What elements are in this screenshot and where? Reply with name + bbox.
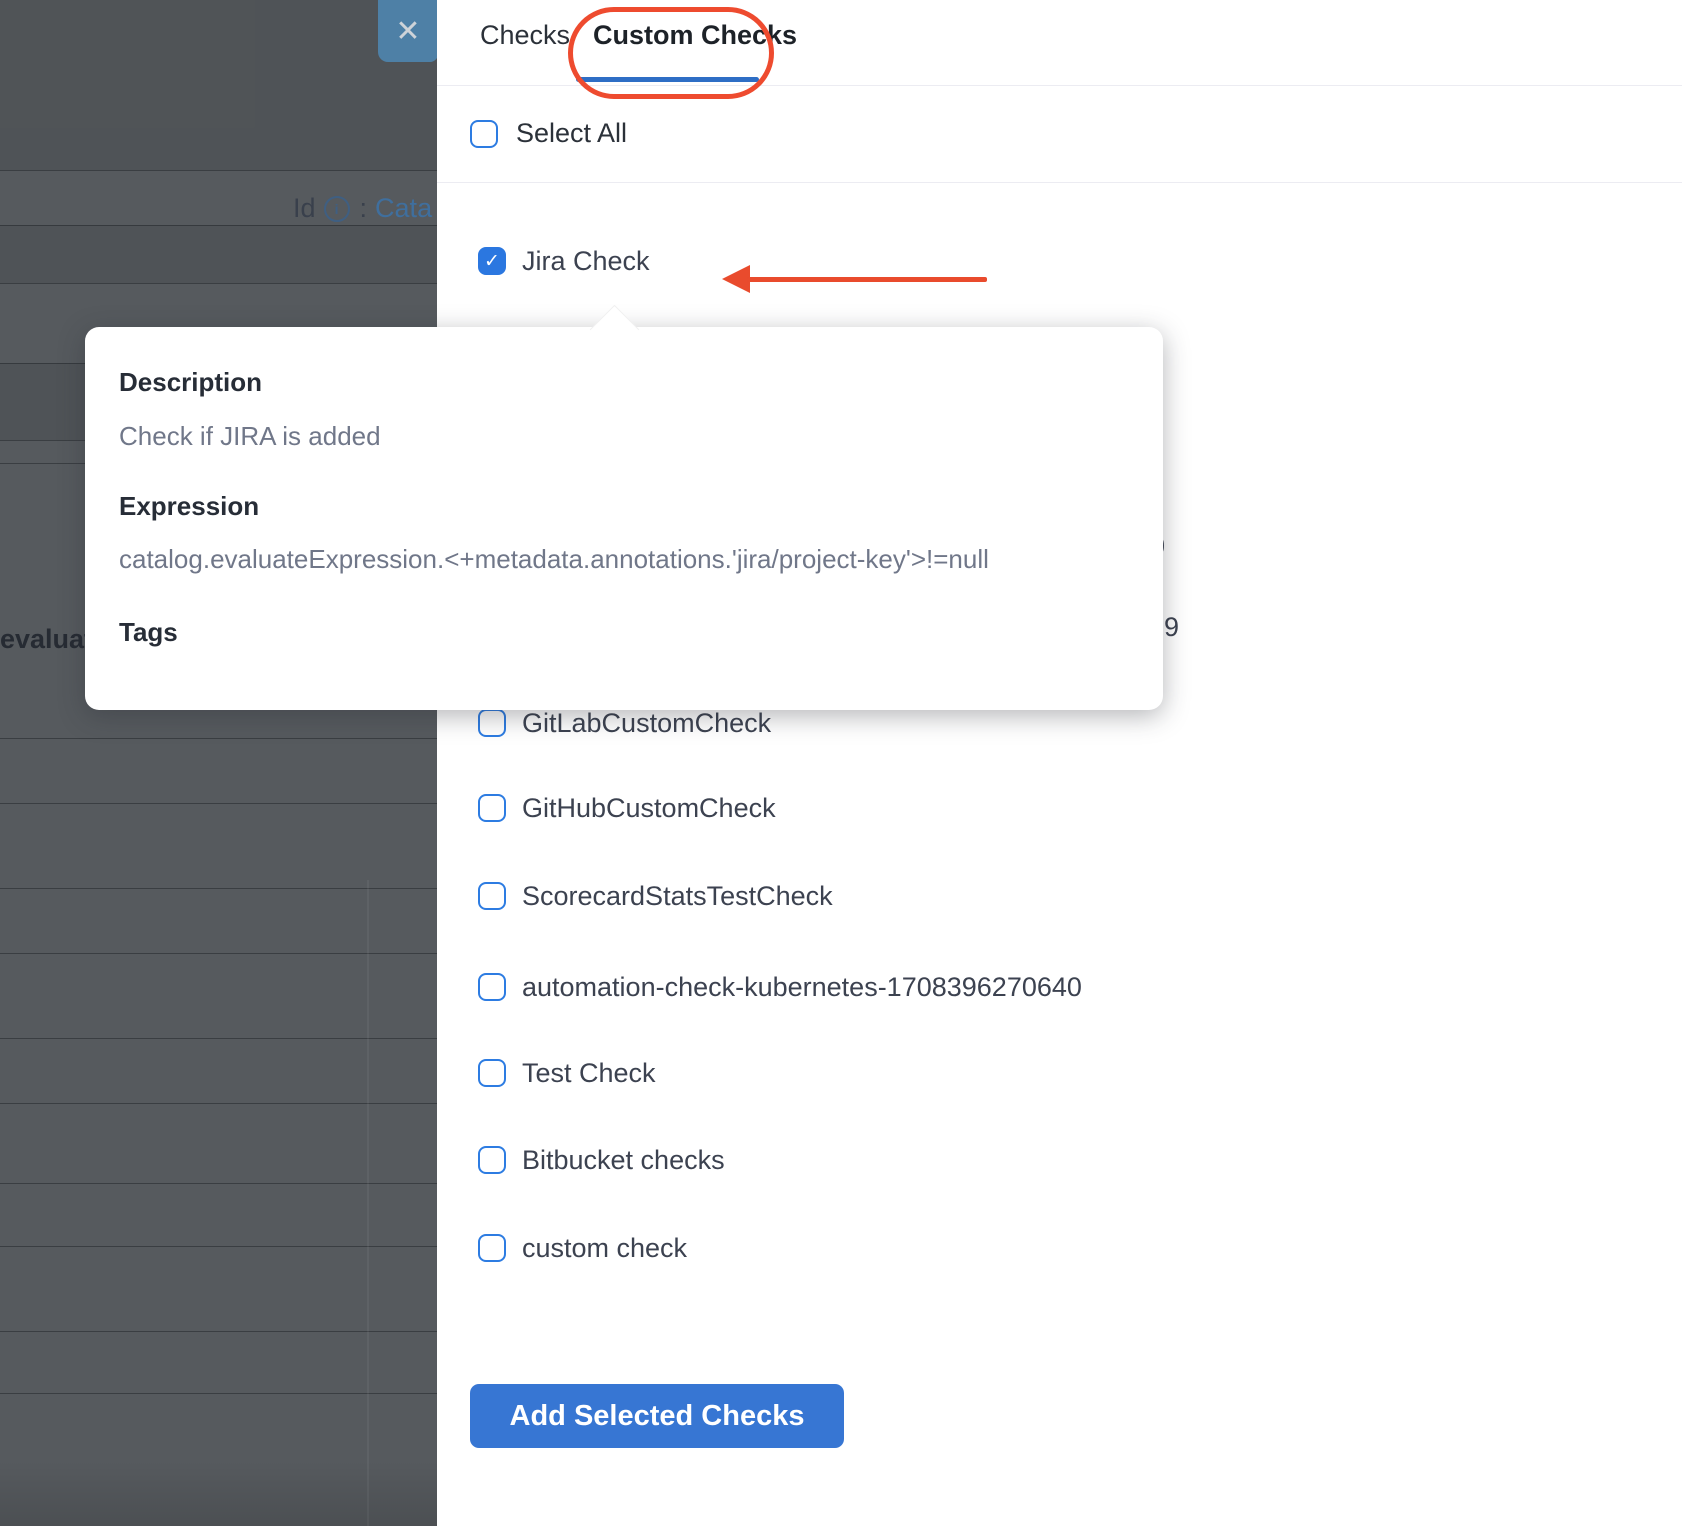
table-cell-partial-text: evaluat xyxy=(0,624,93,655)
divider xyxy=(437,182,1682,183)
divider xyxy=(437,85,1682,86)
table-row-separator xyxy=(0,1038,437,1039)
table-row-separator xyxy=(0,1183,437,1184)
checkbox[interactable] xyxy=(478,1059,506,1087)
check-details-tooltip: Description Check if JIRA is added Expre… xyxy=(85,327,1163,710)
screen: Id i : Cata evaluat ✕ Checks Custom Chec… xyxy=(0,0,1682,1526)
check-row[interactable]: ✓ Jira Check xyxy=(478,247,650,275)
checkbox[interactable] xyxy=(478,882,506,910)
tooltip-expression-label: Expression xyxy=(119,491,259,522)
table-column-separator xyxy=(367,880,369,1526)
info-icon: i xyxy=(324,196,350,222)
table-row-separator xyxy=(0,1246,437,1247)
check-row[interactable]: ScorecardStatsTestCheck xyxy=(478,882,833,910)
check-label: ScorecardStatsTestCheck xyxy=(522,881,833,912)
table-row-separator xyxy=(0,1331,437,1332)
close-icon: ✕ xyxy=(395,14,420,49)
modal-backdrop: Id i : Cata evaluat xyxy=(0,0,437,1526)
close-button[interactable]: ✕ xyxy=(378,0,438,62)
tooltip-description-label: Description xyxy=(119,367,262,398)
check-label: GitHubCustomCheck xyxy=(522,793,776,824)
tooltip-description-value: Check if JIRA is added xyxy=(119,421,381,452)
table-header-id: Id i : Cata xyxy=(293,193,432,224)
check-label: Bitbucket checks xyxy=(522,1145,725,1176)
check-row[interactable]: Bitbucket checks xyxy=(478,1146,725,1174)
table-row-separator xyxy=(0,170,437,171)
id-label: Id xyxy=(293,193,316,224)
checkbox[interactable] xyxy=(478,1146,506,1174)
checkbox[interactable] xyxy=(478,794,506,822)
checkbox[interactable] xyxy=(478,1234,506,1262)
table-row-separator xyxy=(0,1103,437,1104)
select-all-label: Select All xyxy=(516,118,627,149)
table-row-separator xyxy=(0,283,437,284)
annotation-arrow-line xyxy=(747,277,987,282)
check-label: automation-check-kubernetes-170839627064… xyxy=(522,972,1082,1003)
add-selected-checks-button[interactable]: Add Selected Checks xyxy=(470,1384,844,1448)
check-row[interactable]: GitHubCustomCheck xyxy=(478,794,776,822)
id-separator: : xyxy=(360,193,368,224)
table-row-separator xyxy=(0,888,437,889)
table-row-separator xyxy=(0,953,437,954)
tab-custom-checks[interactable]: Custom Checks xyxy=(593,20,797,51)
occluded-check-fragment: 9 xyxy=(1164,612,1179,643)
annotation-arrow-icon xyxy=(722,265,750,293)
check-row[interactable]: custom check xyxy=(478,1234,687,1262)
check-row[interactable]: GitLabCustomCheck xyxy=(478,709,771,737)
tooltip-tags-label: Tags xyxy=(119,617,178,648)
check-row[interactable]: automation-check-kubernetes-170839627064… xyxy=(478,973,1082,1001)
select-all-row[interactable]: Select All xyxy=(470,118,627,149)
tab-checks[interactable]: Checks xyxy=(480,20,570,51)
checkbox[interactable] xyxy=(478,973,506,1001)
active-tab-underline xyxy=(576,77,759,82)
check-label: Test Check xyxy=(522,1058,656,1089)
checkbox[interactable] xyxy=(478,709,506,737)
table-row-separator xyxy=(0,1393,437,1394)
table-row-separator xyxy=(0,803,437,804)
table-bottom-shade xyxy=(0,1460,437,1526)
table-row-separator xyxy=(0,738,437,739)
check-label: custom check xyxy=(522,1233,687,1264)
check-label: Jira Check xyxy=(522,246,650,277)
id-value-partial: Cata xyxy=(375,193,432,224)
checks-panel: Checks Custom Checks Select All ✓ Jira Ch… xyxy=(437,0,1682,1526)
table-row-band xyxy=(0,225,437,283)
check-row[interactable]: Test Check xyxy=(478,1059,656,1087)
tooltip-expression-value: catalog.evaluateExpression.<+metadata.an… xyxy=(119,544,989,575)
table-header-band xyxy=(0,0,437,170)
select-all-checkbox[interactable] xyxy=(470,120,498,148)
table-row-separator xyxy=(0,225,437,226)
check-label: GitLabCustomCheck xyxy=(522,708,771,739)
checkbox-checked[interactable]: ✓ xyxy=(478,247,506,275)
